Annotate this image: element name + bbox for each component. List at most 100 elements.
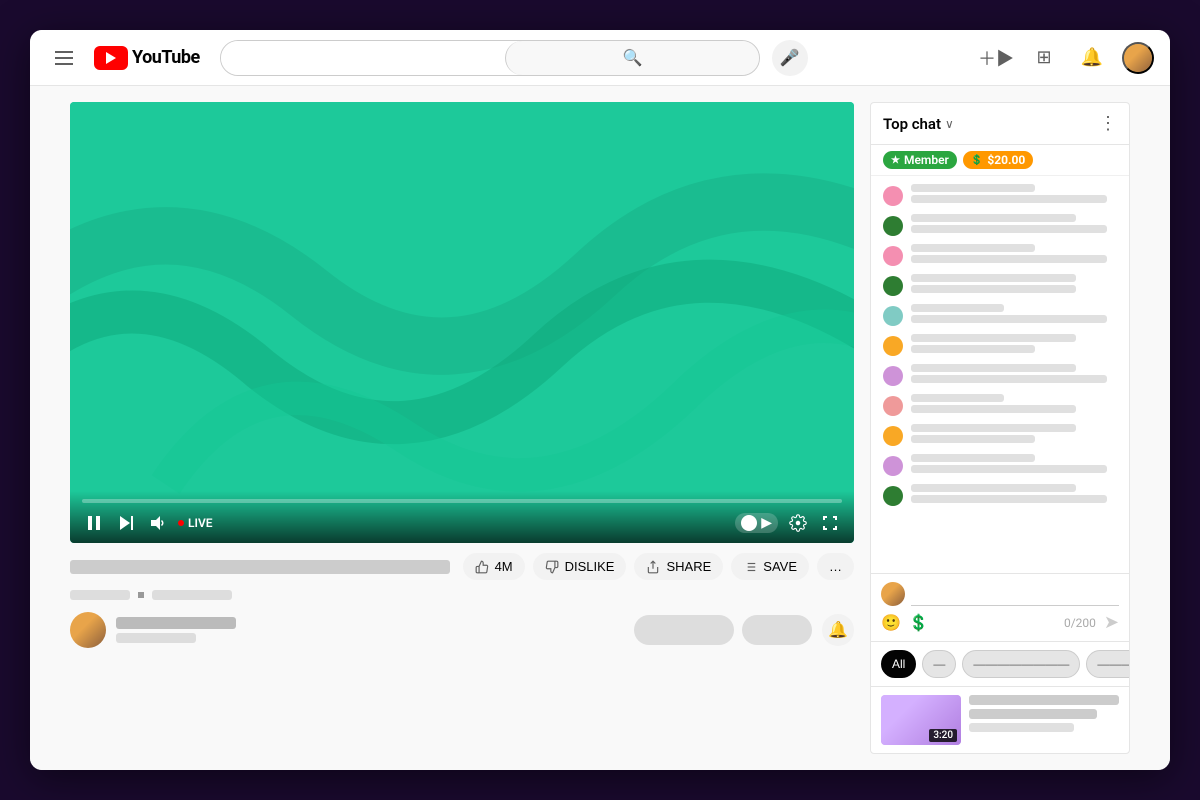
- msg-lines: [911, 484, 1117, 503]
- filter-tab-3[interactable]: ———: [1086, 650, 1129, 678]
- youtube-logo-text: YouTube: [132, 47, 200, 68]
- video-art: [70, 102, 854, 542]
- send-button[interactable]: ➤: [1104, 612, 1119, 633]
- progress-bar[interactable]: [82, 499, 842, 503]
- create-icon: ＋▶: [978, 45, 1014, 71]
- msg-lines: [911, 214, 1117, 233]
- filter-tab-2[interactable]: ————————: [962, 650, 1080, 678]
- msg-content: [911, 454, 1117, 473]
- chat-chevron-icon[interactable]: ∨: [945, 117, 954, 131]
- subscribe-button[interactable]: [634, 615, 734, 645]
- rec-meta: [969, 723, 1074, 732]
- meta-views: [70, 590, 130, 600]
- youtube-logo[interactable]: YouTube: [94, 46, 200, 70]
- user-avatar-button[interactable]: [1122, 42, 1154, 74]
- dislike-button[interactable]: DISLIKE: [533, 553, 627, 580]
- dollar-badge-icon: 💲: [971, 155, 983, 166]
- filter-tab-1[interactable]: —: [922, 650, 956, 678]
- menu-button[interactable]: [46, 40, 82, 76]
- chat-badges: ★ Member 💲 $20.00: [871, 145, 1129, 176]
- autoplay-toggle[interactable]: ▶: [735, 513, 778, 533]
- subscribe-buttons: [634, 615, 812, 645]
- chat-title: Top chat: [883, 115, 941, 133]
- rec-thumbnail: 3:20: [881, 695, 961, 745]
- apps-icon: ⊞: [1036, 47, 1051, 68]
- video-info: 4M DISLIKE SHARE SAVE: [70, 553, 854, 648]
- msg-content: [911, 334, 1117, 353]
- create-button[interactable]: ＋▶: [978, 40, 1014, 76]
- superchat-icon: 💲: [909, 613, 929, 633]
- chat-message: [871, 210, 1129, 240]
- bell-icon: 🔔: [1081, 47, 1103, 68]
- msg-lines: [911, 244, 1117, 263]
- chat-message: [871, 240, 1129, 270]
- pause-button[interactable]: [82, 511, 106, 535]
- volume-button[interactable]: [146, 511, 170, 535]
- recommended-video[interactable]: 3:20: [871, 686, 1129, 753]
- rec-info: [969, 695, 1119, 745]
- browser-window: YouTube 🔍 🎤 ＋▶ ⊞ 🔔: [30, 30, 1170, 770]
- share-button[interactable]: SHARE: [634, 553, 723, 580]
- msg-line: [911, 424, 1076, 432]
- save-button[interactable]: SAVE: [731, 553, 809, 580]
- member-badge-label: Member: [904, 153, 949, 167]
- like-count: 4M: [495, 559, 513, 574]
- msg-avatar: [883, 396, 903, 416]
- search-input[interactable]: [221, 41, 506, 75]
- char-count: 0/200: [1064, 616, 1096, 630]
- msg-line: [911, 375, 1107, 383]
- youtube-logo-icon: [94, 46, 128, 70]
- chat-text-input[interactable]: [911, 582, 1119, 606]
- msg-content: [911, 274, 1117, 293]
- like-button[interactable]: 4M: [463, 553, 525, 580]
- msg-content: [911, 394, 1117, 413]
- video-title-bar: 4M DISLIKE SHARE SAVE: [70, 553, 854, 580]
- subscribe-button-2[interactable]: [742, 615, 812, 645]
- msg-line: [911, 495, 1107, 503]
- notifications-button[interactable]: 🔔: [1074, 40, 1110, 76]
- msg-line: [911, 394, 1004, 402]
- msg-avatar: [883, 186, 903, 206]
- msg-lines: [911, 454, 1117, 473]
- msg-line: [911, 315, 1107, 323]
- settings-button[interactable]: [786, 511, 810, 535]
- msg-content: [911, 184, 1117, 203]
- channel-bell-button[interactable]: 🔔: [822, 614, 854, 646]
- chat-message: [871, 270, 1129, 300]
- fullscreen-button[interactable]: [818, 511, 842, 535]
- main-content: LIVE ▶: [30, 86, 1170, 770]
- dollar-badge[interactable]: 💲 $20.00: [963, 151, 1033, 169]
- more-button[interactable]: …: [817, 553, 854, 580]
- chat-message: [871, 450, 1129, 480]
- bell-icon: 🔔: [828, 620, 848, 640]
- chat-message: [871, 300, 1129, 330]
- msg-line: [911, 484, 1076, 492]
- next-button[interactable]: [114, 511, 138, 535]
- superchat-button[interactable]: 💲: [909, 613, 929, 633]
- chat-more-button[interactable]: ⋮: [1099, 113, 1117, 134]
- search-bar: 🔍: [220, 40, 760, 76]
- msg-line: [911, 364, 1076, 372]
- apps-button[interactable]: ⊞: [1026, 40, 1062, 76]
- meta-date: [152, 590, 232, 600]
- filter-tab-0[interactable]: All: [881, 650, 916, 678]
- video-player[interactable]: LIVE ▶: [70, 102, 854, 543]
- msg-line: [911, 214, 1076, 222]
- msg-lines: [911, 304, 1117, 323]
- toggle-label: ▶: [761, 515, 772, 531]
- video-section: LIVE ▶: [70, 102, 854, 754]
- msg-line: [911, 255, 1107, 263]
- member-badge[interactable]: ★ Member: [883, 151, 957, 169]
- live-badge: LIVE: [178, 516, 213, 530]
- emoji-button[interactable]: 🙂: [881, 613, 901, 633]
- chat-message: [871, 420, 1129, 450]
- msg-content: [911, 484, 1117, 503]
- chat-input-area: 🙂 💲 0/200 ➤: [871, 573, 1129, 641]
- mic-button[interactable]: 🎤: [772, 40, 808, 76]
- msg-lines: [911, 274, 1117, 293]
- msg-content: [911, 214, 1117, 233]
- action-buttons: 4M DISLIKE SHARE SAVE: [463, 553, 854, 580]
- msg-line: [911, 435, 1035, 443]
- search-button[interactable]: 🔍: [505, 41, 759, 75]
- msg-content: [911, 424, 1117, 443]
